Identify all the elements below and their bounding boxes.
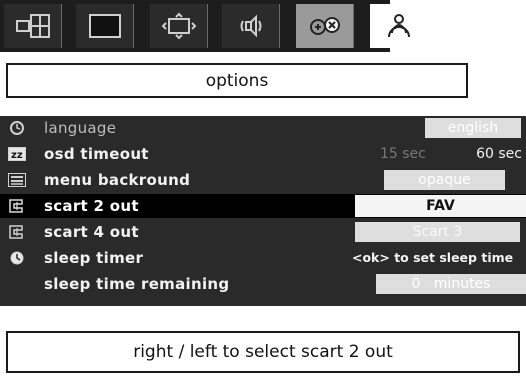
menu-item-label: scart 4 out bbox=[44, 223, 139, 241]
hint-box: right / left to select scart 2 out bbox=[6, 331, 520, 373]
menu-item-label: sleep time remaining bbox=[44, 275, 230, 293]
menu-item-scart-2-out[interactable]: scart 2 out FAV bbox=[0, 194, 526, 218]
menu-item-label: menu backround bbox=[44, 171, 191, 189]
menu-item-value: <ok> to set sleep time bbox=[352, 250, 514, 265]
scart-icon bbox=[8, 198, 26, 214]
menu-item-menu-background[interactable]: menu backround opaque bbox=[0, 168, 526, 192]
options-icon bbox=[309, 17, 340, 35]
clock-icon bbox=[8, 120, 26, 136]
menu-item-language[interactable]: language english bbox=[0, 116, 526, 140]
scart-icon bbox=[8, 224, 26, 240]
tab-picture[interactable] bbox=[150, 4, 208, 48]
svg-text:zz: zz bbox=[11, 150, 23, 161]
menu-item-value: opaque bbox=[384, 170, 505, 190]
tab-screen[interactable] bbox=[76, 4, 134, 48]
menu-item-value: 60 sec bbox=[476, 146, 522, 162]
tab-layout[interactable] bbox=[4, 4, 62, 48]
sound-icon bbox=[240, 14, 261, 38]
menu-item-value: 0 minutes bbox=[376, 274, 526, 294]
menu-item-sleep-time-remaining: sleep time remaining 0 minutes bbox=[0, 272, 526, 296]
menu-item-value: english bbox=[425, 118, 521, 138]
channels-icon bbox=[388, 14, 410, 38]
menu-item-value: Scart 3 bbox=[355, 222, 520, 242]
layout-grid-icon bbox=[15, 14, 50, 38]
menu-icon bbox=[8, 172, 26, 188]
hint-text: right / left to select scart 2 out bbox=[133, 342, 393, 362]
menu-tab-bar bbox=[0, 0, 390, 52]
zz-icon: zz bbox=[8, 146, 26, 162]
menu-item-scart-4-out[interactable]: scart 4 out Scart 3 bbox=[0, 220, 526, 244]
page-title-box: options bbox=[6, 63, 468, 98]
timer-icon bbox=[8, 250, 26, 266]
menu-item-value-alt: 15 sec bbox=[380, 146, 426, 162]
menu-item-label: osd timeout bbox=[44, 145, 149, 163]
menu-item-osd-timeout[interactable]: zz osd timeout 15 sec 60 sec bbox=[0, 142, 526, 166]
tab-channels-button[interactable] bbox=[370, 4, 428, 48]
menu-item-label: language bbox=[44, 119, 117, 137]
tab-sound[interactable] bbox=[222, 4, 280, 48]
menu-item-label: scart 2 out bbox=[44, 197, 139, 215]
menu-item-label: sleep timer bbox=[44, 249, 144, 267]
options-menu: language english zz osd timeout 15 sec 6… bbox=[0, 116, 526, 306]
menu-item-sleep-timer[interactable]: sleep timer <ok> to set sleep time bbox=[0, 246, 526, 270]
picture-frame-icon bbox=[161, 12, 196, 40]
tab-options[interactable] bbox=[296, 4, 354, 48]
menu-item-value: FAV bbox=[355, 195, 526, 217]
screen-icon bbox=[88, 14, 121, 38]
page-title: options bbox=[205, 70, 269, 91]
